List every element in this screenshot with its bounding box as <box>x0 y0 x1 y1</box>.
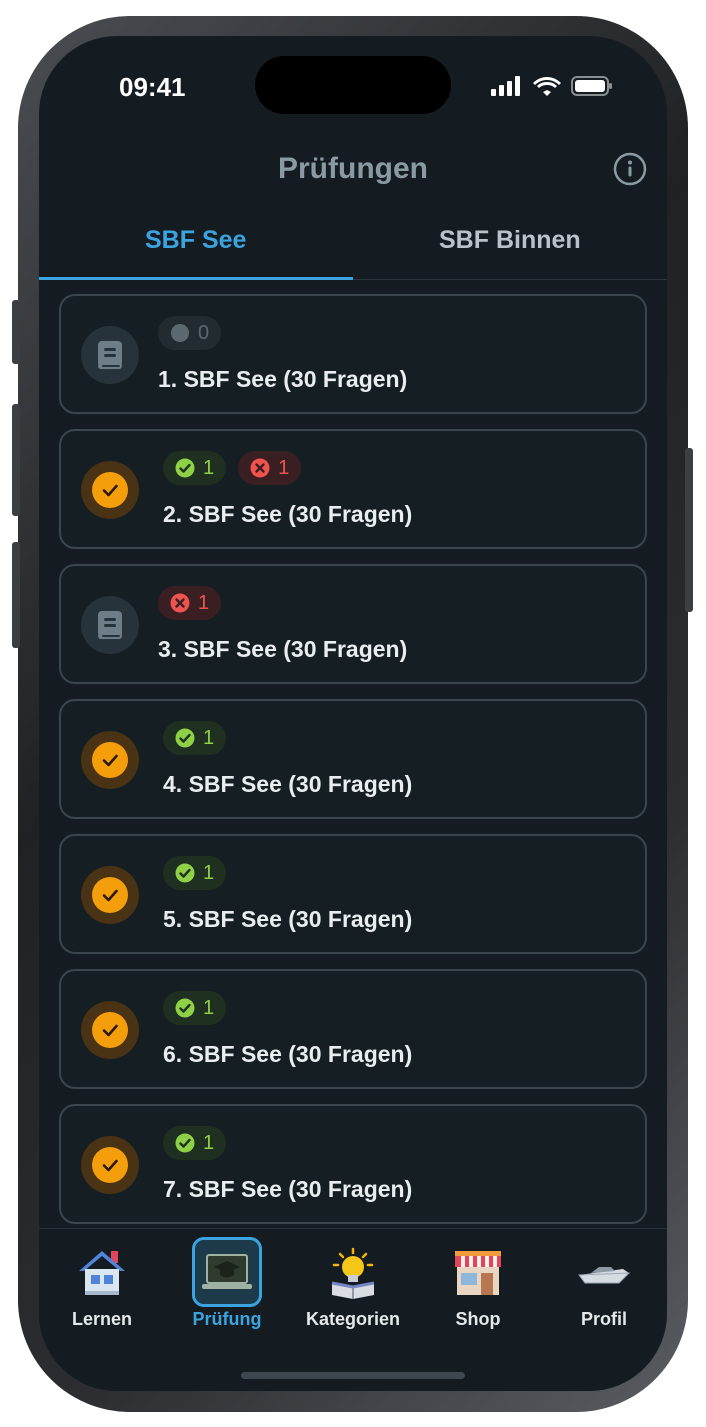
tab-sbf-see[interactable]: SBF See <box>145 226 246 255</box>
check-icon <box>92 472 128 508</box>
check-circle-icon <box>175 1133 195 1153</box>
red-count-badge: 1 <box>238 451 302 485</box>
exam-title: 7. SBF See (30 Fragen) <box>163 1176 413 1202</box>
check-circle-icon <box>175 863 195 883</box>
exam-card-2[interactable]: 1 1 2. SBF See (30 Fragen) <box>59 429 647 549</box>
red-count-badge: 1 <box>158 586 222 620</box>
page-title: Prüfungen <box>278 152 428 185</box>
volume-down-button <box>12 542 20 648</box>
status-time: 09:41 <box>119 72 186 102</box>
grey-count-badge: 0 <box>158 316 222 350</box>
power-button <box>685 448 693 612</box>
result-badges: 11 <box>163 451 302 485</box>
boat-icon <box>569 1237 639 1307</box>
badge-count: 0 <box>198 321 210 344</box>
exam-card-4[interactable]: 1 4. SBF See (30 Fragen) <box>59 699 647 819</box>
badge-count: 1 <box>198 591 210 614</box>
exam-title: 4. SBF See (30 Fragen) <box>163 771 413 797</box>
exam-card-3[interactable]: 1 3. SBF See (30 Fragen) <box>59 564 647 684</box>
badge-count: 1 <box>203 456 215 479</box>
result-badges: 0 <box>158 316 222 350</box>
x-circle-icon <box>250 458 270 478</box>
check-icon <box>92 877 128 913</box>
nav-item-lernen[interactable]: Lernen <box>47 1237 157 1330</box>
exam-card-6[interactable]: 1 6. SBF See (30 Fragen) <box>59 969 647 1089</box>
green-count-badge: 1 <box>163 856 227 890</box>
nav-label-kategorien: Kategorien <box>305 1309 401 1329</box>
badge-count: 1 <box>203 861 215 884</box>
result-badges: 1 <box>158 586 222 620</box>
wifi-icon <box>533 77 561 96</box>
badge-count: 1 <box>203 726 215 749</box>
badge-count: 1 <box>278 456 290 479</box>
nav-label-shop: Shop <box>455 1309 501 1329</box>
nav-item-profil[interactable]: Profil <box>549 1237 659 1330</box>
house-icon <box>67 1237 137 1307</box>
battery-icon <box>571 76 612 96</box>
result-badges: 1 <box>163 856 227 890</box>
book-icon <box>81 326 139 384</box>
green-count-badge: 1 <box>163 721 227 755</box>
check-circle-icon <box>175 728 195 748</box>
volume-up-button <box>12 404 20 516</box>
check-circle-icon <box>175 998 195 1018</box>
nav-label-profil: Profil <box>580 1309 627 1329</box>
nav-item-shop[interactable]: Shop <box>423 1237 533 1330</box>
exam-title: 5. SBF See (30 Fragen) <box>163 906 413 932</box>
lightbulb-book-icon <box>318 1237 388 1307</box>
storefront-icon <box>443 1237 513 1307</box>
app-screen: 09:41 Prüfungen SBF See SBF Binnen 0 1. S… <box>39 36 667 1391</box>
exam-card-7[interactable]: 1 7. SBF See (30 Fragen) <box>59 1104 647 1224</box>
exam-card-1[interactable]: 0 1. SBF See (30 Fragen) <box>59 294 647 414</box>
exam-title: 1. SBF See (30 Fragen) <box>158 366 408 392</box>
completed-check-icon <box>81 461 139 519</box>
green-count-badge: 1 <box>163 991 227 1025</box>
dot-icon <box>170 323 190 343</box>
bottom-nav: Lernen Prüfung Kategorien Shop Profil <box>39 1228 667 1391</box>
completed-check-icon <box>81 1136 139 1194</box>
green-count-badge: 1 <box>163 1126 227 1160</box>
x-circle-icon <box>170 593 190 613</box>
tab-sbf-binnen[interactable]: SBF Binnen <box>439 226 581 255</box>
info-icon[interactable] <box>613 152 647 186</box>
check-icon <box>92 742 128 778</box>
signal-icon <box>491 76 520 96</box>
result-badges: 1 <box>163 1126 227 1160</box>
result-badges: 1 <box>163 721 227 755</box>
badge-count: 1 <box>203 1131 215 1154</box>
dynamic-island <box>255 56 451 114</box>
nav-item-pruefung[interactable]: Prüfung <box>172 1237 282 1330</box>
status-icons <box>491 76 613 96</box>
green-count-badge: 1 <box>163 451 227 485</box>
nav-item-kategorien[interactable]: Kategorien <box>298 1237 408 1330</box>
exam-title: 2. SBF See (30 Fragen) <box>163 501 413 527</box>
exam-card-5[interactable]: 1 5. SBF See (30 Fragen) <box>59 834 647 954</box>
home-indicator <box>241 1372 465 1379</box>
check-circle-icon <box>175 458 195 478</box>
check-icon <box>92 1012 128 1048</box>
check-icon <box>92 1147 128 1183</box>
completed-check-icon <box>81 731 139 789</box>
completed-check-icon <box>81 1001 139 1059</box>
result-badges: 1 <box>163 991 227 1025</box>
completed-check-icon <box>81 866 139 924</box>
action-button <box>12 300 20 364</box>
laptop-graduation-icon <box>192 1237 262 1307</box>
exam-title: 3. SBF See (30 Fragen) <box>158 636 408 662</box>
badge-count: 1 <box>203 996 215 1019</box>
nav-label-pruefung: Prüfung <box>192 1309 262 1329</box>
nav-label-lernen: Lernen <box>71 1309 132 1329</box>
exam-title: 6. SBF See (30 Fragen) <box>163 1041 413 1067</box>
book-icon <box>81 596 139 654</box>
tab-active-indicator <box>39 277 353 280</box>
